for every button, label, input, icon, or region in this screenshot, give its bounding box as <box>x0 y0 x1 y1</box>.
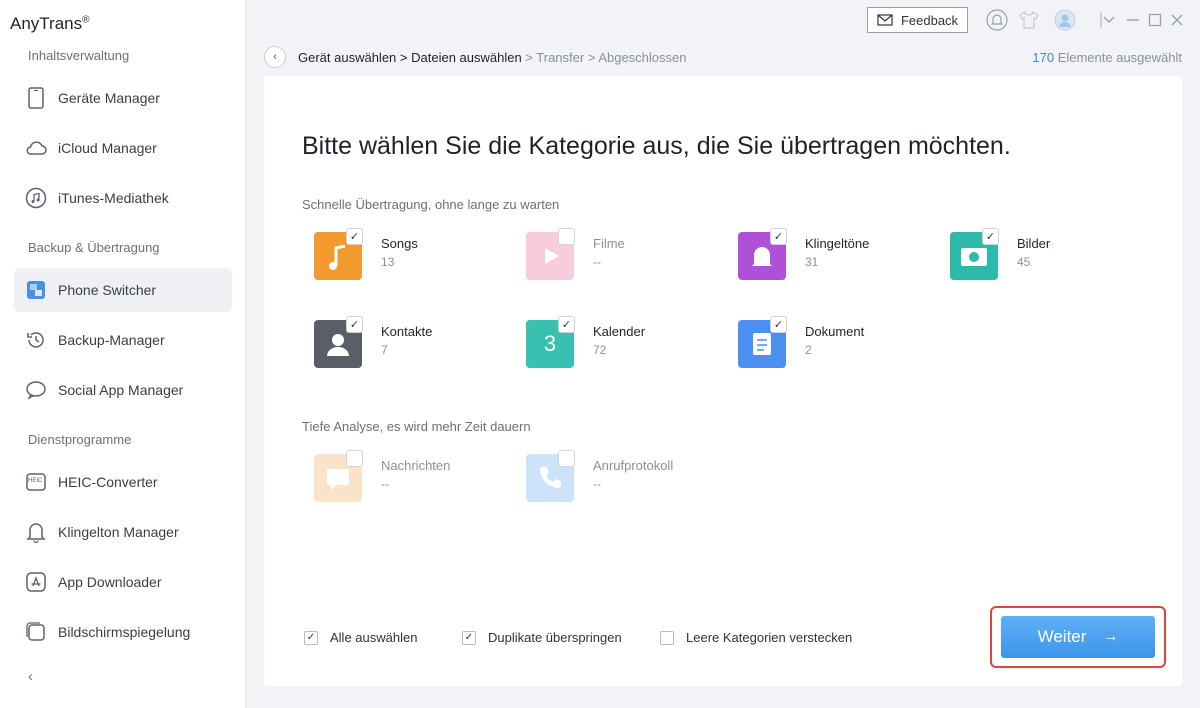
next-button[interactable]: Weiter → <box>1001 616 1155 658</box>
category-call-log[interactable]: Anrufprotokoll -- <box>514 450 714 508</box>
sidebar-item-ringtone-manager[interactable]: Klingelton Manager <box>14 510 232 554</box>
sidebar-item-itunes-library[interactable]: iTunes-Mediathek <box>14 176 232 220</box>
deep-analysis-label: Tiefe Analyse, es wird mehr Zeit dauern <box>302 419 531 434</box>
category-messages[interactable]: Nachrichten -- <box>302 450 502 508</box>
sidebar-item-label: HEIC-Converter <box>58 474 158 490</box>
sidebar-item-app-downloader[interactable]: App Downloader <box>14 560 232 604</box>
sidebar: AnyTrans® Inhaltsverwaltung Geräte Manag… <box>0 0 246 708</box>
app-title: AnyTrans® <box>10 14 90 33</box>
select-all-checkbox[interactable]: ✓ Alle auswählen <box>304 630 417 645</box>
category-movies[interactable]: Filme -- <box>514 228 714 286</box>
sidebar-item-label: Social App Manager <box>58 382 184 398</box>
phone-icon <box>24 86 48 110</box>
checkbox-box: ✓ <box>462 630 476 645</box>
category-checkbox[interactable]: ✓ <box>346 228 363 245</box>
category-checkbox[interactable]: ✓ <box>770 228 787 245</box>
sidebar-item-label: App Downloader <box>58 574 162 590</box>
sidebar-item-icloud-manager[interactable]: iCloud Manager <box>14 126 232 170</box>
breadcrumb: Gerät auswählen > Dateien auswählen > Tr… <box>298 50 687 65</box>
selected-count: 170 Elemente ausgewählt <box>1032 50 1182 65</box>
sidebar-item-label: Geräte Manager <box>58 90 160 106</box>
main-panel: Bitte wählen Sie die Kategorie aus, die … <box>264 76 1182 686</box>
arrow-right-icon: → <box>1102 628 1119 645</box>
sidebar-item-backup-manager[interactable]: Backup-Manager <box>14 318 232 362</box>
section-label-content: Inhaltsverwaltung <box>28 48 130 63</box>
sidebar-item-label: iTunes-Mediathek <box>58 190 169 206</box>
cloud-icon <box>24 136 48 160</box>
hide-empty-categories-checkbox[interactable]: Leere Kategorien verstecken <box>660 630 852 645</box>
heic-icon: HEIC <box>24 470 48 494</box>
feedback-button[interactable]: Feedback <box>867 7 968 33</box>
chat-bubble-icon <box>24 378 48 402</box>
sidebar-item-label: Backup-Manager <box>58 332 165 348</box>
breadcrumb-step-complete: Abgeschlossen <box>598 50 687 65</box>
sidebar-item-label: Klingelton Manager <box>58 524 179 540</box>
category-checkbox[interactable] <box>558 228 575 245</box>
notification-bell-icon[interactable] <box>986 9 1008 31</box>
sidebar-item-device-manager[interactable]: Geräte Manager <box>14 76 232 120</box>
category-checkbox[interactable]: ✓ <box>982 228 999 245</box>
category-checkbox[interactable]: ✓ <box>346 316 363 333</box>
breadcrumb-step-select-device: Gerät auswählen <box>298 50 397 65</box>
category-ringtones[interactable]: ✓ Klingeltöne 31 <box>726 228 926 286</box>
breadcrumb-step-select-files: Dateien auswählen <box>411 50 522 65</box>
breadcrumb-step-transfer: Transfer <box>536 50 585 65</box>
chevron-down-icon[interactable] <box>1098 9 1120 31</box>
close-icon[interactable] <box>1166 9 1188 31</box>
bell-icon <box>24 520 48 544</box>
section-label-backup: Backup & Übertragung <box>28 240 160 255</box>
section-label-tools: Dienstprogramme <box>28 432 132 447</box>
minimize-icon[interactable] <box>1122 9 1144 31</box>
sidebar-item-label: Phone Switcher <box>58 282 157 298</box>
collapse-sidebar-button[interactable]: ‹ <box>28 668 33 685</box>
page-title: Bitte wählen Sie die Kategorie aus, die … <box>302 132 1011 160</box>
top-bar: Feedback | <box>246 0 1200 40</box>
category-pictures[interactable]: ✓ Bilder 45 <box>938 228 1138 286</box>
category-songs[interactable]: ✓ Songs 13 <box>302 228 502 286</box>
category-contacts[interactable]: ✓ Kontakte 7 <box>302 316 502 374</box>
phone-switcher-icon <box>24 278 48 302</box>
skip-duplicates-checkbox[interactable]: ✓ Duplikate überspringen <box>462 630 622 645</box>
next-button-highlight: Weiter → <box>990 606 1166 668</box>
music-note-icon <box>24 186 48 210</box>
mail-icon <box>877 14 893 26</box>
screen-mirror-icon <box>24 620 48 644</box>
sidebar-item-phone-switcher[interactable]: Phone Switcher <box>14 268 232 312</box>
checkbox-box <box>660 630 674 645</box>
category-checkbox[interactable] <box>558 450 575 467</box>
category-documents[interactable]: ✓ Dokument 2 <box>726 316 926 374</box>
sidebar-item-screen-mirroring[interactable]: Bildschirmspiegelung <box>14 610 232 654</box>
sidebar-item-heic-converter[interactable]: HEIC HEIC-Converter <box>14 460 232 504</box>
checkbox-box: ✓ <box>304 630 318 645</box>
quick-transfer-label: Schnelle Übertragung, ohne lange zu wart… <box>302 197 560 212</box>
category-calendar[interactable]: 3 ✓ Kalender 72 <box>514 316 714 374</box>
shirt-icon[interactable] <box>1018 9 1040 31</box>
category-checkbox[interactable] <box>346 450 363 467</box>
category-checkbox[interactable]: ✓ <box>558 316 575 333</box>
app-store-icon <box>24 570 48 594</box>
sidebar-item-label: iCloud Manager <box>58 140 157 156</box>
sidebar-item-label: Bildschirmspiegelung <box>58 624 191 640</box>
maximize-icon[interactable] <box>1144 9 1166 31</box>
user-avatar-icon[interactable] <box>1054 9 1076 31</box>
sidebar-item-social-app-manager[interactable]: Social App Manager <box>14 368 232 412</box>
category-checkbox[interactable]: ✓ <box>770 316 787 333</box>
back-button[interactable]: ‹ <box>264 46 286 68</box>
history-icon <box>24 328 48 352</box>
